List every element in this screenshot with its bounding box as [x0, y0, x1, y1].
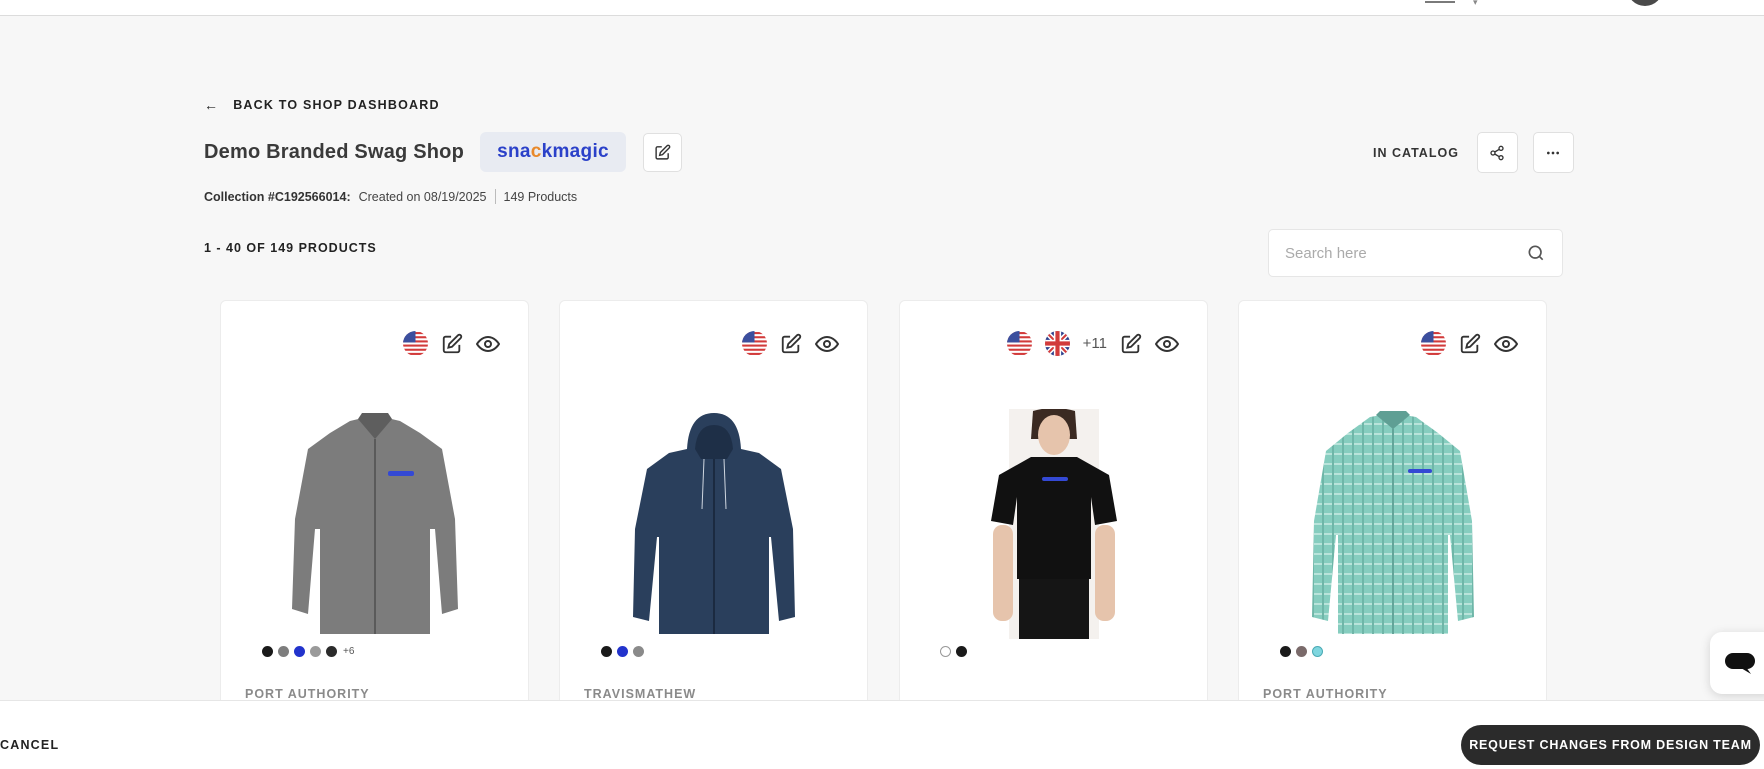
eye-icon[interactable] — [1155, 332, 1179, 356]
more-regions-count[interactable]: +11 — [1083, 335, 1107, 352]
avatar[interactable] — [1627, 0, 1663, 6]
edit-shop-button[interactable] — [643, 132, 682, 172]
status-badge: IN CATALOG — [1373, 145, 1459, 160]
eye-icon[interactable] — [815, 332, 839, 356]
collection-id: Collection #C192566014: — [204, 189, 351, 204]
product-brand: PORT AUTHORITY — [245, 687, 370, 701]
top-navigation-bar: ▾ — [0, 0, 1764, 16]
chevron-down-icon[interactable]: ▾ — [1473, 0, 1478, 8]
divider — [494, 189, 496, 204]
color-swatch[interactable] — [1312, 646, 1323, 657]
menu-icon[interactable] — [1425, 0, 1455, 3]
product-image[interactable] — [1288, 409, 1498, 639]
color-swatches — [940, 646, 967, 657]
color-swatch[interactable] — [326, 646, 337, 657]
product-brand: TRAVISMATHEW — [584, 687, 697, 701]
search-input[interactable] — [1285, 244, 1526, 262]
chat-icon — [1725, 653, 1755, 674]
share-icon — [1490, 145, 1505, 160]
product-image[interactable] — [270, 409, 480, 639]
color-swatch[interactable] — [633, 646, 644, 657]
product-image[interactable] — [949, 409, 1159, 639]
edit-icon[interactable] — [780, 333, 802, 355]
shop-header: Demo Branded Swag Shop snackmagic — [204, 132, 682, 172]
share-button[interactable] — [1476, 132, 1518, 173]
eye-icon[interactable] — [1494, 332, 1518, 356]
product-card[interactable]: +6 PORT AUTHORITY — [220, 300, 529, 720]
color-swatch[interactable] — [956, 646, 967, 657]
uk-flag-icon — [1044, 331, 1070, 356]
results-range: 1 - 40 OF 149 PRODUCTS — [204, 241, 377, 255]
ellipsis-icon — [1547, 151, 1560, 154]
color-swatch[interactable] — [1296, 646, 1307, 657]
color-swatches: +6 — [262, 646, 354, 657]
brand-logo-text: snackmagic — [497, 141, 609, 162]
color-swatch[interactable] — [601, 646, 612, 657]
back-to-dashboard-link[interactable]: ← BACK TO SHOP DASHBOARD — [204, 97, 440, 113]
color-swatch[interactable] — [1280, 646, 1291, 657]
color-swatches — [1280, 646, 1323, 657]
product-card-actions — [403, 331, 500, 356]
arrow-left-icon: ← — [204, 97, 220, 113]
edit-icon — [655, 144, 671, 160]
product-card-actions: +11 — [1006, 331, 1179, 356]
shop-actions: IN CATALOG — [1373, 132, 1574, 173]
more-options-button[interactable] — [1532, 132, 1574, 173]
product-card-actions — [1421, 331, 1518, 356]
collection-meta: Collection #C192566014: Created on 08/19… — [204, 189, 577, 204]
products-count: 149 Products — [503, 189, 578, 204]
us-flag-icon — [1421, 331, 1446, 356]
product-brand: PORT AUTHORITY — [1263, 687, 1388, 701]
brand-logo: snackmagic — [480, 132, 626, 172]
eye-icon[interactable] — [476, 332, 500, 356]
color-swatch[interactable] — [940, 646, 951, 657]
product-card[interactable]: PORT AUTHORITY — [1238, 300, 1547, 720]
us-flag-icon — [403, 331, 428, 356]
product-card-actions — [742, 331, 839, 356]
color-swatch[interactable] — [310, 646, 321, 657]
us-flag-icon — [1006, 331, 1032, 356]
back-link-label: BACK TO SHOP DASHBOARD — [233, 98, 440, 112]
edit-icon[interactable] — [1459, 333, 1481, 355]
more-swatches-count: +6 — [343, 646, 355, 657]
color-swatch[interactable] — [262, 646, 273, 657]
product-image[interactable] — [609, 409, 819, 639]
logo-accent-letter: c — [530, 141, 542, 162]
color-swatch[interactable] — [278, 646, 289, 657]
product-card[interactable]: TRAVISMATHEW — [559, 300, 868, 720]
color-swatches — [601, 646, 644, 657]
us-flag-icon — [742, 331, 767, 356]
search-icon[interactable] — [1526, 243, 1546, 263]
cancel-button[interactable]: CANCEL — [0, 738, 59, 752]
footer-action-bar: CANCEL REQUEST CHANGES FROM DESIGN TEAM — [0, 700, 1764, 769]
request-changes-button[interactable]: REQUEST CHANGES FROM DESIGN TEAM — [1461, 725, 1760, 765]
page-title: Demo Branded Swag Shop — [204, 140, 464, 163]
search-box — [1268, 229, 1563, 277]
color-swatch[interactable] — [617, 646, 628, 657]
product-card[interactable]: +11 — [899, 300, 1208, 720]
color-swatch[interactable] — [294, 646, 305, 657]
edit-icon[interactable] — [441, 333, 463, 355]
created-date: Created on 08/19/2025 — [358, 189, 487, 204]
edit-icon[interactable] — [1120, 333, 1142, 355]
chat-widget-button[interactable] — [1710, 632, 1764, 694]
